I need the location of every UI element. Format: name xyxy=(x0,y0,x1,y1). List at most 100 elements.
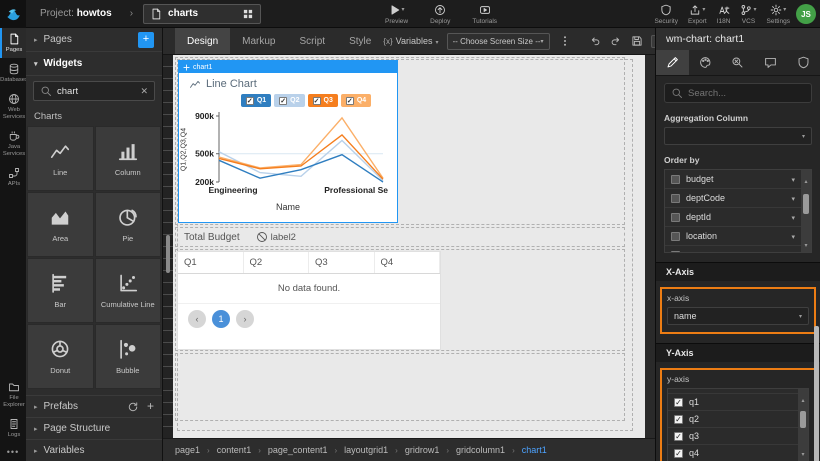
topbar-action-button[interactable]: Deploy xyxy=(430,3,450,25)
widget-tile[interactable]: Line xyxy=(27,126,94,191)
editor-mode-tab[interactable]: Style xyxy=(337,28,383,54)
screen-size-select[interactable]: -- Choose Screen Size -- xyxy=(447,33,550,50)
legend-item[interactable]: Q3 xyxy=(308,94,338,107)
checkbox-checked[interactable] xyxy=(674,415,683,424)
breadcrumb-item[interactable]: gridrow1 xyxy=(405,445,440,455)
table-column-header[interactable]: Q4 xyxy=(375,252,441,273)
order-by-row[interactable]: deptCode xyxy=(665,189,801,208)
legend-item[interactable]: Q2 xyxy=(274,94,304,107)
ruler-scrollbar-thumb[interactable] xyxy=(166,235,170,273)
table-column-header[interactable]: Q1 xyxy=(178,252,244,273)
rail-item[interactable]: Pages xyxy=(0,28,26,58)
checkbox[interactable] xyxy=(671,213,680,222)
rail-item[interactable]: Java Services xyxy=(0,125,26,162)
save-icon[interactable] xyxy=(631,35,643,47)
widget-tile[interactable]: Area xyxy=(27,192,94,257)
order-by-row[interactable]: budget xyxy=(665,170,801,189)
breadcrumb-item[interactable]: layoutgrid1 xyxy=(344,445,388,455)
grid-row-table[interactable]: Q1Q2Q3Q4 No data found. 1 xyxy=(175,249,625,351)
panel-section-header[interactable]: Page Structure xyxy=(26,417,162,439)
more-options-icon[interactable]: ••• xyxy=(0,443,26,461)
editor-mode-tab[interactable]: Design xyxy=(175,28,230,54)
user-avatar[interactable]: JS xyxy=(796,4,816,24)
redo-icon[interactable] xyxy=(610,35,622,47)
previous-page-button[interactable] xyxy=(188,310,206,328)
properties-tab[interactable] xyxy=(656,50,689,75)
breadcrumb-item[interactable]: page1 xyxy=(175,445,200,455)
topbar-action-button[interactable]: Security xyxy=(654,3,677,25)
topbar-action-button[interactable]: ▾ VCS xyxy=(740,3,756,25)
checkbox[interactable] xyxy=(671,251,680,254)
topbar-action-button[interactable]: I18N xyxy=(717,3,731,25)
legend-checkbox[interactable] xyxy=(279,97,287,105)
design-canvas[interactable]: chart1 Line Chart Q1Q2Q3Q4 Q1,Q2,Q3,Q4 2… xyxy=(173,55,645,438)
checkbox-checked[interactable] xyxy=(674,398,683,407)
listbox-scrollbar[interactable] xyxy=(801,170,811,252)
refresh-icon[interactable] xyxy=(127,401,139,413)
widget-tile[interactable]: Bubble xyxy=(95,324,162,389)
widget-tile[interactable]: Pie xyxy=(95,192,162,257)
breadcrumb-item[interactable]: content1 xyxy=(217,445,252,455)
rail-item[interactable]: File Explorer xyxy=(0,376,26,413)
checkbox[interactable] xyxy=(671,175,680,184)
widgets-section-header[interactable]: Widgets xyxy=(26,52,162,76)
properties-tab[interactable] xyxy=(754,50,787,75)
editor-mode-tab[interactable]: Markup xyxy=(230,28,287,54)
variables-menu[interactable]: Variables xyxy=(383,36,438,46)
rail-item[interactable]: Web Services xyxy=(0,88,26,125)
next-page-button[interactable] xyxy=(236,310,254,328)
grid-row-chart[interactable]: chart1 Line Chart Q1Q2Q3Q4 Q1,Q2,Q3,Q4 2… xyxy=(175,57,625,225)
grid-row-empty[interactable] xyxy=(175,353,625,421)
y-axis-row[interactable]: q3 xyxy=(668,428,798,445)
legend-checkbox[interactable] xyxy=(313,97,321,105)
widget-tile[interactable]: Donut xyxy=(27,324,94,389)
widget-search-input[interactable] xyxy=(57,86,135,97)
y-axis-row[interactable]: q1 xyxy=(668,394,798,411)
topbar-action-button[interactable]: Tutorials xyxy=(472,3,497,25)
add-prefab-icon[interactable]: + xyxy=(147,401,154,413)
x-axis-select[interactable]: name xyxy=(667,307,809,325)
rail-item[interactable]: Databases xyxy=(0,58,26,88)
properties-search-input[interactable] xyxy=(688,88,805,99)
legend-checkbox[interactable] xyxy=(246,97,254,105)
topbar-action-button[interactable]: ▾ Export xyxy=(688,3,707,25)
y-axis-row[interactable]: q2 xyxy=(668,411,798,428)
legend-item[interactable]: Q1 xyxy=(241,94,271,107)
wavemaker-logo[interactable] xyxy=(0,0,26,28)
breadcrumb-active-item[interactable]: chart1 xyxy=(522,445,547,455)
chevron-down-icon[interactable] xyxy=(791,231,795,241)
label2-widget[interactable]: label2 xyxy=(256,231,296,243)
rail-item[interactable]: Logs xyxy=(0,413,26,443)
pages-section-header[interactable]: Pages + xyxy=(26,28,162,52)
legend-item[interactable]: Q4 xyxy=(341,94,371,107)
data-table-widget[interactable]: Q1Q2Q3Q4 No data found. 1 xyxy=(177,251,441,350)
checkbox[interactable] xyxy=(671,194,680,203)
kebab-menu-icon[interactable] xyxy=(559,35,571,47)
checkbox[interactable] xyxy=(671,232,680,241)
clear-search-icon[interactable]: ✕ xyxy=(140,86,148,97)
table-column-header[interactable]: Q2 xyxy=(244,252,310,273)
checkbox-checked[interactable] xyxy=(674,432,683,441)
widget-tile[interactable]: Column xyxy=(95,126,162,191)
aggregation-column-select[interactable] xyxy=(664,127,812,145)
breadcrumb-item[interactable]: page_content1 xyxy=(268,445,328,455)
chevron-down-icon[interactable] xyxy=(791,212,795,222)
panel-scrollbar-thumb[interactable] xyxy=(814,326,819,461)
listbox-scrollbar[interactable] xyxy=(798,389,808,461)
order-by-row[interactable]: name xyxy=(665,246,801,253)
chevron-down-icon[interactable] xyxy=(791,193,795,203)
undo-icon[interactable] xyxy=(589,35,601,47)
topbar-action-button[interactable]: ▾ Settings xyxy=(767,3,791,25)
chart1-widget[interactable]: chart1 Line Chart Q1Q2Q3Q4 Q1,Q2,Q3,Q4 2… xyxy=(178,60,398,223)
legend-checkbox[interactable] xyxy=(346,97,354,105)
order-by-row[interactable]: deptId xyxy=(665,208,801,227)
properties-tab[interactable] xyxy=(787,50,820,75)
page-selector[interactable]: charts xyxy=(143,4,261,24)
table-column-header[interactable]: Q3 xyxy=(309,252,375,273)
panel-section-header[interactable]: Prefabs + xyxy=(26,395,162,417)
checkbox-checked[interactable] xyxy=(674,449,683,458)
panel-section-header[interactable]: Variables xyxy=(26,439,162,461)
widget-tile[interactable]: Bar xyxy=(27,258,94,323)
chevron-down-icon[interactable] xyxy=(791,250,795,253)
y-axis-row[interactable]: q4 xyxy=(668,445,798,461)
